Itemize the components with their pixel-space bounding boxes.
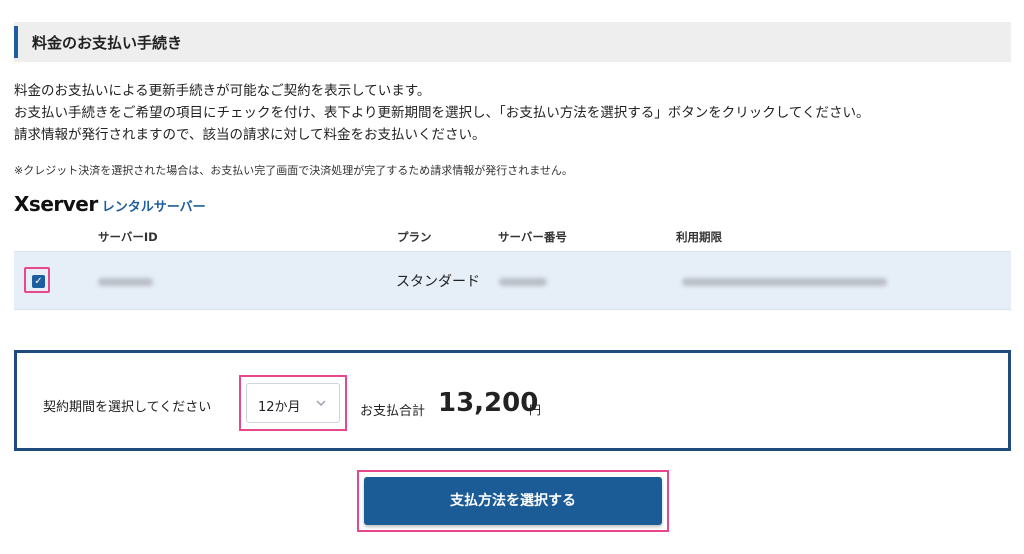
column-header-expiry: 利用期限 bbox=[676, 230, 722, 244]
column-header-server-number: サーバー番号 bbox=[498, 230, 567, 244]
currency-unit: 円 bbox=[529, 403, 542, 417]
column-header-server-id: サーバーID bbox=[98, 230, 158, 244]
total-label: お支払合計 bbox=[360, 404, 426, 419]
brand-logo: Xserver レンタルサーバー bbox=[14, 192, 206, 216]
select-payment-method-button[interactable]: 支払方法を選択する bbox=[364, 477, 662, 525]
server-id-redacted bbox=[98, 278, 153, 286]
column-header-plan: プラン bbox=[397, 230, 432, 244]
total-amount: 13,200 bbox=[438, 388, 539, 418]
period-select[interactable]: 12か月 bbox=[246, 383, 340, 423]
period-label: 契約期間を選択してください bbox=[43, 400, 212, 415]
section-title: 料金のお支払い手続き bbox=[32, 34, 183, 52]
brand-subtitle: レンタルサーバー bbox=[101, 200, 206, 215]
description-line-1: 料金のお支払いによる更新手続きが可能なご契約を表示しています。 bbox=[14, 83, 431, 99]
expiry-redacted bbox=[682, 278, 887, 286]
section-accent-bar bbox=[14, 26, 18, 58]
xserver-logo: Xserver bbox=[14, 192, 98, 216]
table-row: ✓ スタンダード bbox=[14, 251, 1011, 310]
checkbox-highlight: ✓ bbox=[24, 267, 50, 293]
row-checkbox[interactable]: ✓ bbox=[32, 275, 45, 288]
period-select-value: 12か月 bbox=[258, 400, 301, 415]
plan-name: スタンダード bbox=[396, 274, 480, 290]
submit-button-highlight: 支払方法を選択する bbox=[357, 470, 669, 532]
period-select-highlight: 12か月 bbox=[239, 375, 347, 431]
chevron-down-icon bbox=[315, 393, 327, 416]
description-line-2: お支払い手続きをご希望の項目にチェックを付け、表下より更新期間を選択し、「お支払… bbox=[14, 105, 870, 121]
period-panel: 契約期間を選択してください 12か月 お支払合計 13,200 円 bbox=[14, 350, 1011, 451]
section-header: 料金のお支払い手続き bbox=[14, 22, 1011, 62]
server-number-redacted bbox=[499, 278, 547, 286]
credit-note: ※クレジット決済を選択された場合は、お支払い完了画面で決済処理が完了するため請求… bbox=[14, 164, 573, 177]
description-line-3: 請求情報が発行されますので、該当の請求に対して料金をお支払いください。 bbox=[14, 127, 486, 143]
